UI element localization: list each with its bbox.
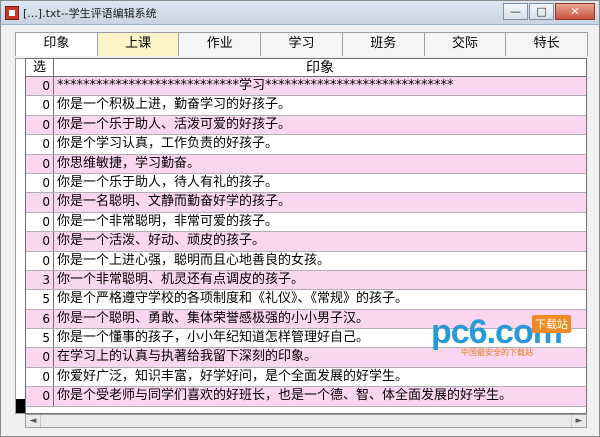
table-row[interactable]: 0 你是个学习认真，工作负责的好孩子。 bbox=[26, 135, 586, 155]
comment-text-cell[interactable]: 你思维敏捷，学习勤奋。 bbox=[54, 155, 586, 173]
scroll-left-arrow-icon[interactable]: ◄ bbox=[26, 415, 41, 427]
select-count-cell[interactable]: 0 bbox=[26, 154, 54, 173]
select-count-cell[interactable]: 6 bbox=[26, 309, 54, 329]
table-row[interactable]: 0 你是个受老师与同学们喜欢的好班长，也是一个德、智、体全面发展的好学生。 bbox=[26, 387, 586, 407]
select-count-cell[interactable]: 0 bbox=[26, 212, 54, 232]
app-window: [...].txt--学生评语编辑系统 — □ ✕ 印象 上课 作业 学习 班务 交际 特长… bbox=[0, 0, 600, 437]
comment-text-cell[interactable]: 你是个学习认真，工作负责的好孩子。 bbox=[54, 135, 586, 153]
tab-0[interactable]: 印象 bbox=[15, 32, 98, 56]
minimize-button[interactable]: — bbox=[503, 3, 528, 20]
select-count-cell[interactable]: 0 bbox=[26, 96, 54, 115]
select-count-cell[interactable]: 3 bbox=[26, 270, 54, 290]
select-count-cell[interactable]: 5 bbox=[26, 290, 54, 309]
comment-text-cell[interactable]: 你是个受老师与同学们喜欢的好班长，也是一个德、智、体全面发展的好学生。 bbox=[54, 387, 586, 405]
comment-text-cell[interactable]: ****************************学习**********… bbox=[54, 77, 586, 95]
close-button[interactable]: ✕ bbox=[555, 3, 595, 20]
comments-grid: 选 印象 0 ****************************学习****… bbox=[25, 58, 587, 414]
watermark-subtitle: 中国最安全的下载站 bbox=[461, 348, 533, 357]
select-count-cell[interactable]: 0 bbox=[26, 173, 54, 193]
table-row[interactable]: 0 ****************************学习*********… bbox=[26, 77, 586, 97]
table-row[interactable]: 0 你是一个上进心强，聪明而且心地善良的女孩。 bbox=[26, 251, 586, 271]
title-bar: [...].txt--学生评语编辑系统 — □ ✕ bbox=[1, 1, 599, 25]
comment-text-cell[interactable]: 你是一个乐于助人，待人有礼的孩子。 bbox=[54, 174, 586, 192]
select-count-cell[interactable]: 0 bbox=[26, 387, 54, 406]
table-row[interactable]: 0 你是一个积极上进，勤奋学习的好孩子。 bbox=[26, 96, 586, 116]
select-count-cell[interactable]: 0 bbox=[26, 115, 54, 135]
scroll-right-arrow-icon[interactable]: ► bbox=[571, 415, 586, 427]
tab-2[interactable]: 作业 bbox=[178, 32, 262, 56]
select-count-cell[interactable]: 0 bbox=[26, 251, 54, 270]
select-count-cell[interactable]: 0 bbox=[26, 367, 54, 387]
table-row[interactable]: 5 你是个严格遵守学校的各项制度和《礼仪》、《常规》的孩子。 bbox=[26, 290, 586, 310]
select-count-cell[interactable]: 0 bbox=[26, 348, 54, 367]
watermark-badge: 下载站 bbox=[532, 315, 571, 333]
comment-text-cell[interactable]: 你是一个上进心强，聪明而且心地善良的女孩。 bbox=[54, 252, 586, 270]
comment-text-cell[interactable]: 你爱好广泛，知识丰富，好学好问，是个全面发展的好学生。 bbox=[54, 368, 586, 386]
comment-text-cell[interactable]: 你是一个活泼、好动、顽皮的孩子。 bbox=[54, 232, 586, 250]
tab-6[interactable]: 特长 bbox=[505, 32, 589, 56]
tab-4[interactable]: 班务 bbox=[341, 32, 425, 56]
window-title: [...].txt--学生评语编辑系统 bbox=[23, 6, 157, 20]
row-selector-strip bbox=[15, 58, 25, 414]
tab-3[interactable]: 学习 bbox=[260, 32, 343, 56]
table-row[interactable]: 0 你是一个乐于助人，待人有礼的孩子。 bbox=[26, 173, 586, 194]
grid-header: 选 印象 bbox=[26, 59, 586, 77]
comment-text-cell[interactable]: 你是一个积极上进，勤奋学习的好孩子。 bbox=[54, 96, 586, 114]
table-row[interactable]: 0 你爱好广泛，知识丰富，好学好问，是个全面发展的好学生。 bbox=[26, 367, 586, 388]
tab-5[interactable]: 交际 bbox=[423, 32, 507, 56]
select-count-cell[interactable]: 5 bbox=[26, 329, 54, 348]
maximize-button[interactable]: □ bbox=[529, 3, 554, 20]
table-row[interactable]: 0 你是一个乐于助人、活泼可爱的好孩子。 bbox=[26, 115, 586, 136]
comment-text-cell[interactable]: 你一个非常聪明、机灵还有点调皮的孩子。 bbox=[54, 271, 586, 289]
select-count-cell[interactable]: 0 bbox=[26, 193, 54, 212]
header-impression[interactable]: 印象 bbox=[54, 59, 586, 76]
tab-bar: 印象 上课 作业 学习 班务 交际 特长 bbox=[15, 32, 589, 56]
table-row[interactable]: 0 你是一个非常聪明，非常可爱的孩子。 bbox=[26, 212, 586, 233]
comment-text-cell[interactable]: 你是一个乐于助人、活泼可爱的好孩子。 bbox=[54, 116, 586, 134]
table-row[interactable]: 0 你是一名聪明、文静而勤奋好学的孩子。 bbox=[26, 193, 586, 213]
header-select[interactable]: 选 bbox=[26, 59, 54, 76]
table-row[interactable]: 0 你思维敏捷，学习勤奋。 bbox=[26, 154, 586, 174]
current-row-marker bbox=[16, 399, 25, 413]
horizontal-scrollbar[interactable]: ◄ ► bbox=[25, 414, 587, 428]
comment-text-cell[interactable]: 你是个严格遵守学校的各项制度和《礼仪》、《常规》的孩子。 bbox=[54, 290, 586, 308]
app-icon bbox=[5, 5, 19, 20]
comment-text-cell[interactable]: 你是一个非常聪明，非常可爱的孩子。 bbox=[54, 213, 586, 231]
select-count-cell[interactable]: 0 bbox=[26, 232, 54, 251]
table-row[interactable]: 0 你是一个活泼、好动、顽皮的孩子。 bbox=[26, 232, 586, 252]
window-controls: — □ ✕ bbox=[503, 3, 595, 20]
table-row[interactable]: 3 你一个非常聪明、机灵还有点调皮的孩子。 bbox=[26, 270, 586, 291]
tab-1[interactable]: 上课 bbox=[96, 32, 180, 56]
select-count-cell[interactable]: 0 bbox=[26, 77, 54, 96]
comment-text-cell[interactable]: 你是一名聪明、文静而勤奋好学的孩子。 bbox=[54, 193, 586, 211]
select-count-cell[interactable]: 0 bbox=[26, 135, 54, 154]
pc6-watermark-logo: pc6.com 下载站 中国最安全的下载站 bbox=[431, 313, 571, 359]
